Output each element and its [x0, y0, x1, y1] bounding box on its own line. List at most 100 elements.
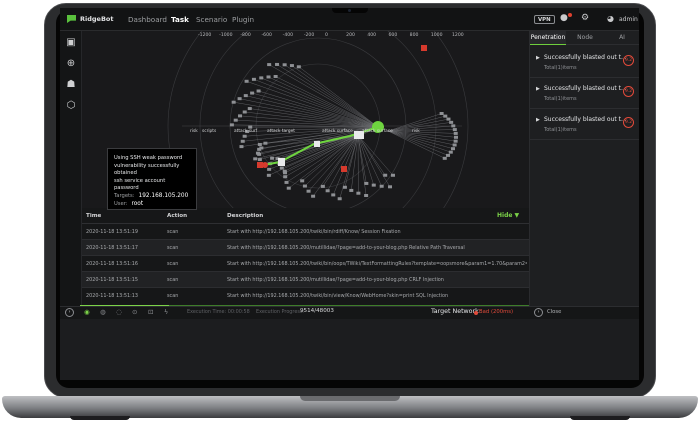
laptop-foot-right [570, 416, 630, 420]
gear-icon[interactable]: ⚙ [581, 14, 589, 23]
graph-node [306, 189, 311, 193]
graph-node-label: scripts [202, 129, 217, 134]
graph-node [379, 184, 384, 188]
graph-node [256, 89, 261, 93]
graph-node-label: risk [412, 129, 420, 134]
graph-node-label: attack surface [362, 129, 393, 134]
pause-icon[interactable]: ◍ [100, 308, 106, 316]
graph-edge [357, 134, 374, 186]
camera-icon [348, 9, 351, 12]
vpn-badge[interactable]: VPN [534, 15, 555, 24]
tab-penetration[interactable]: Penetration [530, 31, 566, 45]
app-screen: RidgeBot Dashboard Task Scenario Plugin … [60, 8, 639, 380]
stop-icon[interactable]: ◌ [116, 308, 122, 316]
graph-node [233, 118, 238, 122]
table-header: Time Action Description Hide ▼ [82, 208, 529, 224]
row-description: Start with http://192.168.105.200/mutill… [227, 277, 444, 283]
graph-edge [387, 130, 454, 149]
graph-node-label: attack surface [322, 129, 353, 134]
penetration-item[interactable]: ▶ Successfully blasted out t... Total(1)… [530, 109, 639, 140]
graph-scale-label: 600 [388, 33, 398, 38]
table-row[interactable]: 2020-11-18 13:51:15 scan Start with http… [82, 272, 529, 288]
expand-arrow-icon[interactable]: ▶ [536, 86, 540, 92]
hide-log-button[interactable]: Hide ▼ [497, 212, 519, 219]
graph-node [243, 94, 248, 98]
graph-node [337, 197, 342, 201]
lock-icon[interactable]: ⊡ [148, 308, 153, 316]
graph-node [442, 156, 447, 160]
graph-node [259, 76, 264, 80]
graph-node [259, 146, 264, 150]
settings-icon[interactable]: ⊙ [132, 308, 137, 316]
graph-node [282, 169, 287, 173]
user-avatar-icon[interactable]: ◕ [607, 14, 614, 23]
penetration-item[interactable]: ▶ Successfully blasted out t... Total(1)… [530, 78, 639, 109]
nav-dashboard[interactable]: Dashboard [128, 8, 167, 31]
graph-node [267, 63, 272, 67]
tab-node[interactable]: Node [567, 31, 603, 45]
expand-arrow-icon[interactable]: ▶ [536, 117, 540, 123]
row-action: scan [167, 293, 179, 299]
nav-plugin[interactable]: Plugin [232, 8, 254, 31]
row-description: Start with http://192.168.105.200/twiki/… [227, 229, 401, 235]
table-row[interactable]: 2020-11-18 13:51:16 scan Start with http… [82, 256, 529, 272]
network-status: Bad (200ms) [479, 309, 513, 315]
graph-node [331, 193, 336, 197]
target-icon[interactable]: ⊕ [65, 58, 77, 70]
close-panel-button[interactable]: Close [547, 309, 561, 315]
table-row[interactable]: 2020-11-18 13:51:13 scan Start with http… [82, 288, 529, 304]
table-row[interactable]: 2020-11-18 13:51:17 scan Start with http… [82, 240, 529, 256]
expand-panel-button[interactable]: › [65, 308, 74, 317]
graph-scale-label: -1200 [198, 33, 212, 38]
graph-edge [249, 108, 379, 128]
expand-arrow-icon[interactable]: ▶ [536, 55, 540, 61]
graph-node-label: attack target [267, 129, 295, 134]
graph-node [446, 153, 451, 157]
user-name[interactable]: admin [619, 16, 638, 23]
graph-node [449, 120, 454, 124]
graph-node [238, 114, 243, 118]
target-node [278, 158, 285, 166]
penetration-item-count: Total(1)items [544, 96, 577, 102]
graph-node [239, 145, 244, 149]
penetration-item-title: Successfully blasted out t... [544, 116, 627, 123]
graph-node [231, 100, 236, 104]
graph-node [283, 175, 288, 179]
network-status-dot [474, 311, 478, 315]
graph-node [325, 189, 330, 193]
tooltip-target-row: Targets: 192.168.105.200 [114, 193, 190, 201]
graph-node [364, 181, 369, 185]
cube-icon[interactable]: ⬡ [65, 100, 77, 112]
graph-node [273, 74, 278, 78]
graph-edge [285, 134, 359, 177]
laptop-base-groove [300, 396, 400, 401]
bug-icon[interactable]: ☗ [65, 79, 77, 91]
play-icon[interactable]: ◉ [84, 308, 90, 316]
graph-node [257, 158, 262, 162]
report-icon[interactable]: ▣ [65, 37, 77, 49]
graph-node [349, 188, 354, 192]
penetration-item-count: Total(1)items [544, 127, 577, 133]
close-icon[interactable]: › [534, 308, 543, 317]
nav-scenario[interactable]: Scenario [196, 8, 227, 31]
penetration-item-title: Successfully blasted out t... [544, 54, 627, 61]
bell-icon[interactable]: ● [560, 14, 568, 23]
graph-node-label: attack surf [234, 129, 258, 134]
tab-ai[interactable]: AI [604, 31, 639, 45]
left-toolbar: ▣ ⊕ ☗ ⬡ [60, 31, 82, 306]
graph-node [282, 63, 287, 67]
graph-node [270, 156, 275, 160]
graph-scale-label: 200 [346, 33, 355, 38]
row-description: Start with http://192.168.105.200/mutill… [227, 245, 465, 251]
attack-tooltip: Using SSH weak password vulnerability su… [107, 148, 197, 210]
column-action: Action [167, 213, 188, 219]
graph-node [446, 117, 451, 121]
graph-node [244, 79, 249, 83]
tooltip-line: vulnerability successfully obtained [114, 162, 180, 177]
graph-node [320, 184, 325, 188]
nav-task[interactable]: Task [171, 8, 189, 31]
table-row[interactable]: 2020-11-18 13:51:19 scan Start with http… [82, 224, 529, 240]
flash-icon[interactable]: ϟ [164, 308, 168, 316]
penetration-item[interactable]: ▶ Successfully blasted out t... Total(1)… [530, 47, 639, 78]
graph-node [266, 75, 271, 79]
